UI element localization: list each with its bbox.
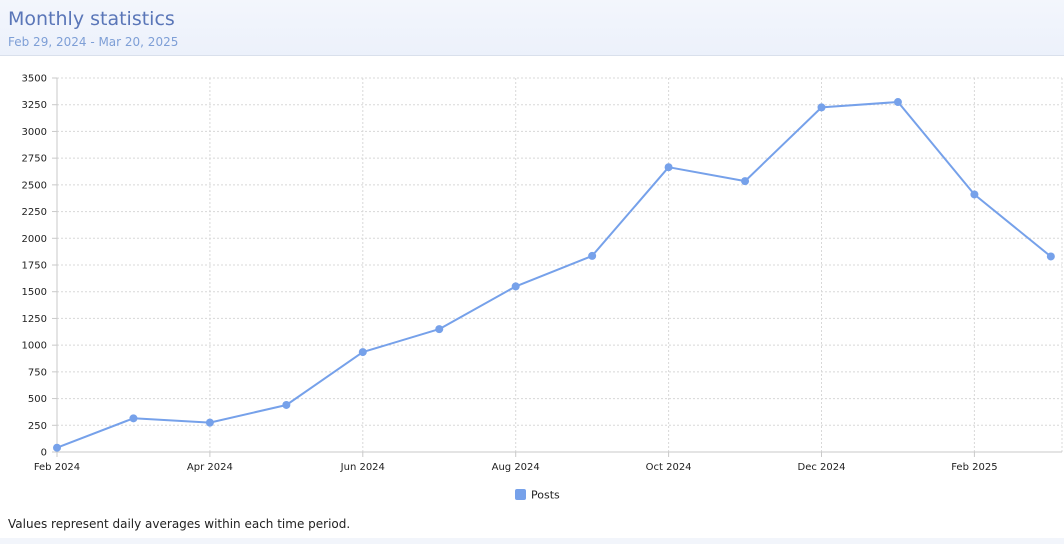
data-point[interactable]	[511, 282, 520, 291]
footnote: Values represent daily averages within e…	[8, 517, 351, 531]
line-chart: 0 250 500 750 1000 1250 1500 1750 2000 2250 2500 27…	[22, 74, 1063, 502]
legend-swatch[interactable]	[515, 489, 526, 500]
page: Monthly statistics Feb 29, 2024 - Mar 20…	[0, 0, 1064, 544]
y-tick-label: 750	[28, 367, 47, 378]
data-point[interactable]	[358, 348, 367, 357]
data-point[interactable]	[205, 418, 214, 427]
y-tick-label: 1250	[22, 314, 47, 325]
y-tick-label: 3250	[22, 100, 47, 111]
x-tick-label: Aug 2024	[492, 462, 540, 473]
data-point[interactable]	[588, 251, 597, 260]
chart-grid	[56, 77, 1063, 452]
y-tick-label: 1000	[22, 341, 47, 352]
x-tick-label: Oct 2024	[646, 462, 692, 473]
y-tick-label: 2750	[22, 154, 47, 165]
x-tick-label: Jun 2024	[340, 462, 385, 473]
y-tick-label: 0	[41, 448, 47, 459]
y-tick-label: 3000	[22, 127, 47, 138]
bottom-band	[0, 538, 1064, 544]
y-tick-label: 250	[28, 421, 47, 432]
chart-axes: 0 250 500 750 1000 1250 1500 1750 2000 2250 2500 27…	[22, 74, 1062, 473]
y-tick-label: 2250	[22, 207, 47, 218]
data-point[interactable]	[53, 443, 61, 452]
data-point[interactable]	[435, 325, 444, 334]
y-tick-label: 1750	[22, 261, 47, 272]
data-point[interactable]	[970, 190, 979, 199]
x-tick-label: Feb 2024	[34, 462, 80, 473]
header: Monthly statistics Feb 29, 2024 - Mar 20…	[0, 0, 1064, 56]
chart-legend[interactable]: Posts	[515, 489, 560, 502]
y-tick-label: 2000	[22, 234, 47, 245]
data-point[interactable]	[664, 163, 673, 172]
series-line	[56, 101, 1052, 449]
x-tick-label: Apr 2024	[187, 462, 233, 473]
data-point[interactable]	[129, 414, 138, 423]
y-tick-label: 2500	[22, 180, 47, 191]
page-title: Monthly statistics	[8, 8, 175, 30]
data-point[interactable]	[1046, 252, 1055, 261]
x-tick-label: Dec 2024	[798, 462, 846, 473]
data-point[interactable]	[282, 400, 291, 409]
data-point[interactable]	[741, 177, 750, 186]
x-tick-label: Feb 2025	[951, 462, 997, 473]
y-tick-label: 500	[28, 394, 47, 405]
y-tick-label: 1500	[22, 287, 47, 298]
data-point[interactable]	[817, 103, 826, 112]
legend-label[interactable]: Posts	[531, 489, 560, 502]
date-range: Feb 29, 2024 - Mar 20, 2025	[8, 35, 179, 49]
data-point[interactable]	[893, 98, 902, 107]
y-tick-label: 3500	[22, 74, 47, 85]
